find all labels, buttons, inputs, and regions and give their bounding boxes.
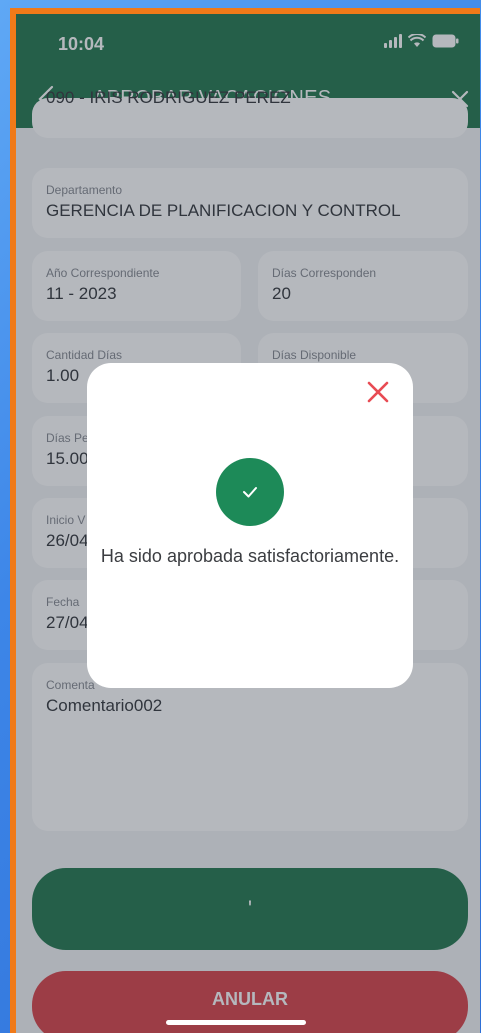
success-dialog: Ha sido aprobada satisfactoriamente.: [87, 363, 413, 688]
check-icon: [243, 487, 257, 498]
home-indicator[interactable]: [166, 1020, 306, 1025]
app-screen: 10:04 APROBAR VACACIONES , 090 - IRIS RO…: [16, 14, 480, 1033]
close-icon: [367, 381, 389, 403]
dialog-close-button[interactable]: [363, 377, 393, 407]
success-badge: [216, 458, 284, 526]
dialog-message: Ha sido aprobada satisfactoriamente.: [100, 546, 400, 566]
